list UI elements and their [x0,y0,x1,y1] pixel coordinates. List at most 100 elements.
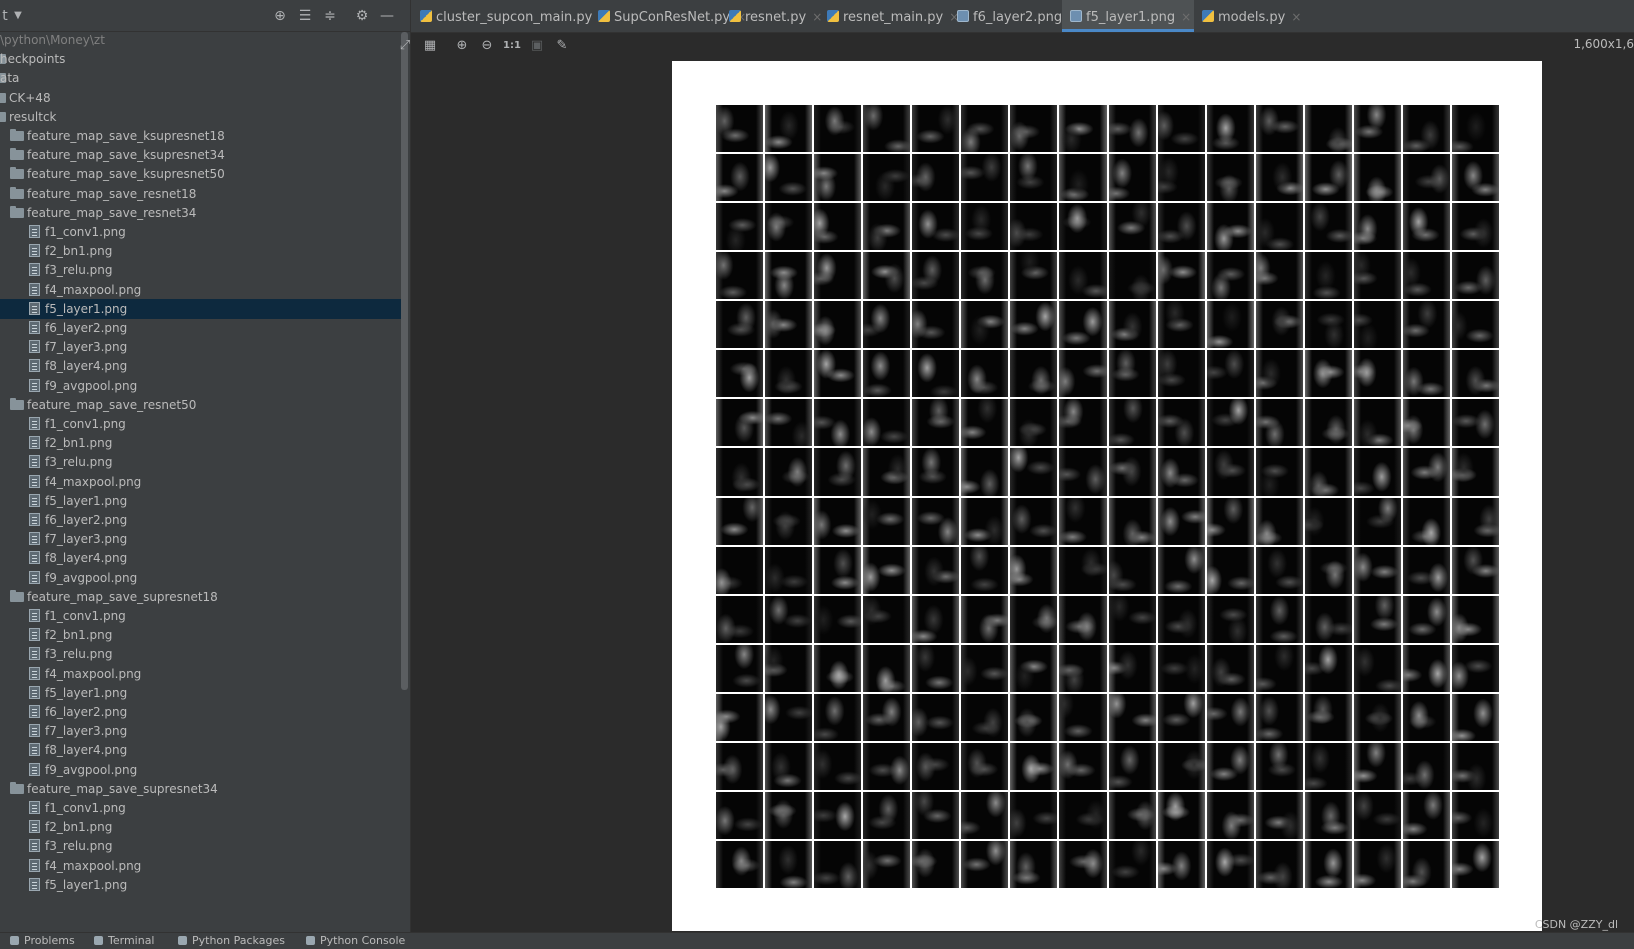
editor-tab[interactable]: resnet.py × [721,0,829,32]
tree-file-item[interactable]: f8_layer4.png [0,548,408,568]
tree-item-label: f1_conv1.png [45,225,126,239]
close-tab-icon[interactable]: × [1181,10,1191,24]
editor-tab[interactable]: models.py × [1194,0,1301,32]
feature-map-cell [1157,154,1205,202]
tree-file-item[interactable]: f7_layer3.png [0,721,408,741]
tree-file-item[interactable]: f6_layer2.png [0,702,408,722]
feature-map-cell [1108,693,1156,741]
minimize-icon[interactable]: — [379,8,395,24]
feature-map-cell [1157,840,1205,888]
tree-folder-item[interactable]: feature_map_save_ksupresnet34 [0,145,408,165]
tree-folder-item[interactable]: feature_map_save_ksupresnet18 [0,126,408,146]
tree-file-item[interactable]: f2_bn1.png [0,625,408,645]
tree-path-item[interactable]: \python\Money\zt [0,30,408,50]
background-icon[interactable]: ▣ [529,38,545,54]
feature-map-cell [1402,693,1450,741]
tree-file-item[interactable]: f1_conv1.png [0,798,408,818]
bottom-tool-tab[interactable]: Python Console [306,933,405,949]
tree-file-item[interactable]: f8_layer4.png [0,356,408,376]
image-viewer: ⤢ ▦ ⊕ ⊖ 1:1 ▣ ✎ 1,600x1,6 [400,33,1634,933]
target-icon[interactable]: ⊕ [272,8,288,24]
feature-map-cell [716,595,764,643]
gear-icon[interactable]: ⚙ [354,8,370,24]
tree-file-item[interactable]: f4_maxpool.png [0,280,408,300]
tree-folder-item[interactable]: feature_map_save_supresnet34 [0,779,408,799]
tree-file-item[interactable]: f5_layer1.png [0,875,408,895]
expand-all-icon[interactable]: ☰ [297,8,313,24]
tree-file-item[interactable]: f9_avgpool.png [0,760,408,780]
tree-file-item[interactable]: f4_maxpool.png [0,856,408,876]
feature-map-cell [1451,693,1499,741]
tree-file-item[interactable]: f2_bn1.png [0,241,408,261]
tree-file-item[interactable]: f4_maxpool.png [0,472,408,492]
color-picker-icon[interactable]: ✎ [554,38,570,54]
view-selector-label[interactable]: t [0,8,10,24]
feature-map-cell [765,399,813,447]
tree-file-item[interactable]: f4_maxpool.png [0,664,408,684]
tree-item-label: f5_layer1.png [45,301,128,316]
tree-file-item[interactable]: f3_relu.png [0,260,408,280]
feature-map-cell [765,497,813,545]
tree-folder-item[interactable]: feature_map_save_ksupresnet50 [0,164,408,184]
dropdown-icon[interactable]: ▼ [10,8,26,24]
tree-file-item[interactable]: f1_conv1.png [0,222,408,242]
feature-map-cell [1353,399,1401,447]
tree-folder-item[interactable]: ata [0,68,408,88]
tree-file-item[interactable]: f3_relu.png [0,452,408,472]
tree-file-item[interactable]: f9_avgpool.png [0,568,408,588]
actual-size-icon[interactable]: 1:1 [503,38,521,54]
feature-map-cell [1451,448,1499,496]
tree-scrollbar[interactable] [401,32,408,690]
feature-map-cell [1402,154,1450,202]
tree-folder-item[interactable]: feature_map_save_resnet50 [0,395,408,415]
tree-folder-item[interactable]: resultck [0,107,408,127]
feature-map-cell [863,105,911,153]
collapse-all-icon[interactable]: ≑ [322,8,338,24]
zoom-out-icon[interactable]: ⊖ [479,38,495,54]
tree-file-item[interactable]: f2_bn1.png [0,817,408,837]
editor-tab[interactable]: f5_layer1.png × [1062,0,1194,32]
tree-file-item[interactable]: f1_conv1.png [0,606,408,626]
editor-tab[interactable]: SupConResNet.py × [590,0,746,32]
feature-map-cell [961,546,1009,594]
bottom-tool-tab[interactable]: Python Packages [178,933,285,949]
tree-file-item[interactable]: f6_layer2.png [0,318,408,338]
fit-icon[interactable]: ⤢ [397,38,413,54]
tree-folder-item[interactable]: feature_map_save_supresnet18 [0,587,408,607]
grid-icon[interactable]: ▦ [422,38,438,54]
tree-folder-item[interactable]: heckpoints [0,49,408,69]
editor-tab[interactable]: cluster_supcon_main.py× [412,0,608,32]
tree-file-item[interactable]: f5_layer1.png [0,298,408,319]
tree-file-item[interactable]: f5_layer1.png [0,683,408,703]
feature-map-cell [912,644,960,692]
folder-icon [0,111,6,122]
tree-file-item[interactable]: f8_layer4.png [0,740,408,760]
editor-tab[interactable]: resnet_main.py × [819,0,959,32]
tree-file-item[interactable]: f7_layer3.png [0,337,408,357]
tree-file-item[interactable]: f3_relu.png [0,644,408,664]
tree-folder-item[interactable]: feature_map_save_resnet34 [0,203,408,223]
tree-folder-item[interactable]: feature_map_save_resnet18 [0,184,408,204]
tree-folder-item[interactable]: CK+48 [0,88,408,108]
tree-file-item[interactable]: f5_layer1.png [0,491,408,511]
python-file-icon [827,10,839,22]
tree-file-item[interactable]: f2_bn1.png [0,433,408,453]
close-tab-icon[interactable]: × [1291,10,1301,24]
tree-file-item[interactable]: f9_avgpool.png [0,376,408,396]
tree-file-item[interactable]: f1_conv1.png [0,414,408,434]
zoom-in-icon[interactable]: ⊕ [454,38,470,54]
feature-map-cell [863,840,911,888]
tree-file-item[interactable]: f6_layer2.png [0,510,408,530]
tree-file-item[interactable]: f3_relu.png [0,836,408,856]
image-file-icon [29,839,40,853]
tree-file-item[interactable]: f7_layer3.png [0,529,408,549]
feature-map-cell [765,742,813,790]
tree-item-label: CK+48 [9,90,51,105]
editor-tab[interactable]: f6_layer2.png× [949,0,1078,32]
image-canvas[interactable] [672,61,1542,931]
image-file-icon [29,609,40,622]
bottom-tool-tab[interactable]: Problems [10,933,75,949]
tree-item-label: f2_bn1.png [45,628,113,643]
bottom-tool-tab[interactable]: Terminal [94,933,155,949]
feature-map-cell [814,399,862,447]
